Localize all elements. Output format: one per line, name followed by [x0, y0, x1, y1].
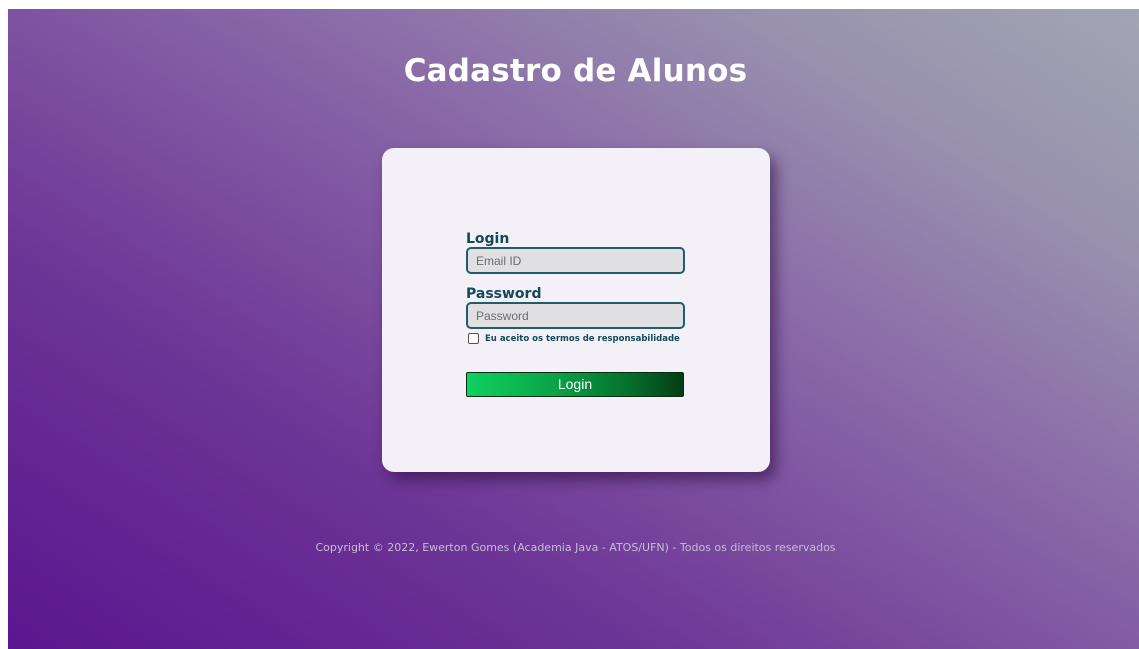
login-label: Login	[466, 231, 510, 247]
login-card: Login Password Eu aceito os termos de re…	[382, 148, 770, 472]
terms-checkbox[interactable]	[468, 333, 479, 344]
terms-label[interactable]: Eu aceito os termos de responsabilidade	[485, 334, 680, 344]
page-title: Cadastro de Alunos	[403, 53, 748, 89]
email-input[interactable]	[466, 247, 685, 274]
footer-copyright: Copyright © 2022, Ewerton Gomes (Academi…	[315, 541, 836, 554]
terms-row: Eu aceito os termos de responsabilidade	[468, 333, 680, 344]
password-label: Password	[466, 286, 542, 302]
password-input[interactable]	[466, 302, 685, 329]
page-background: Cadastro de Alunos Login Password Eu ace…	[8, 9, 1139, 649]
login-button[interactable]: Login	[466, 372, 684, 397]
